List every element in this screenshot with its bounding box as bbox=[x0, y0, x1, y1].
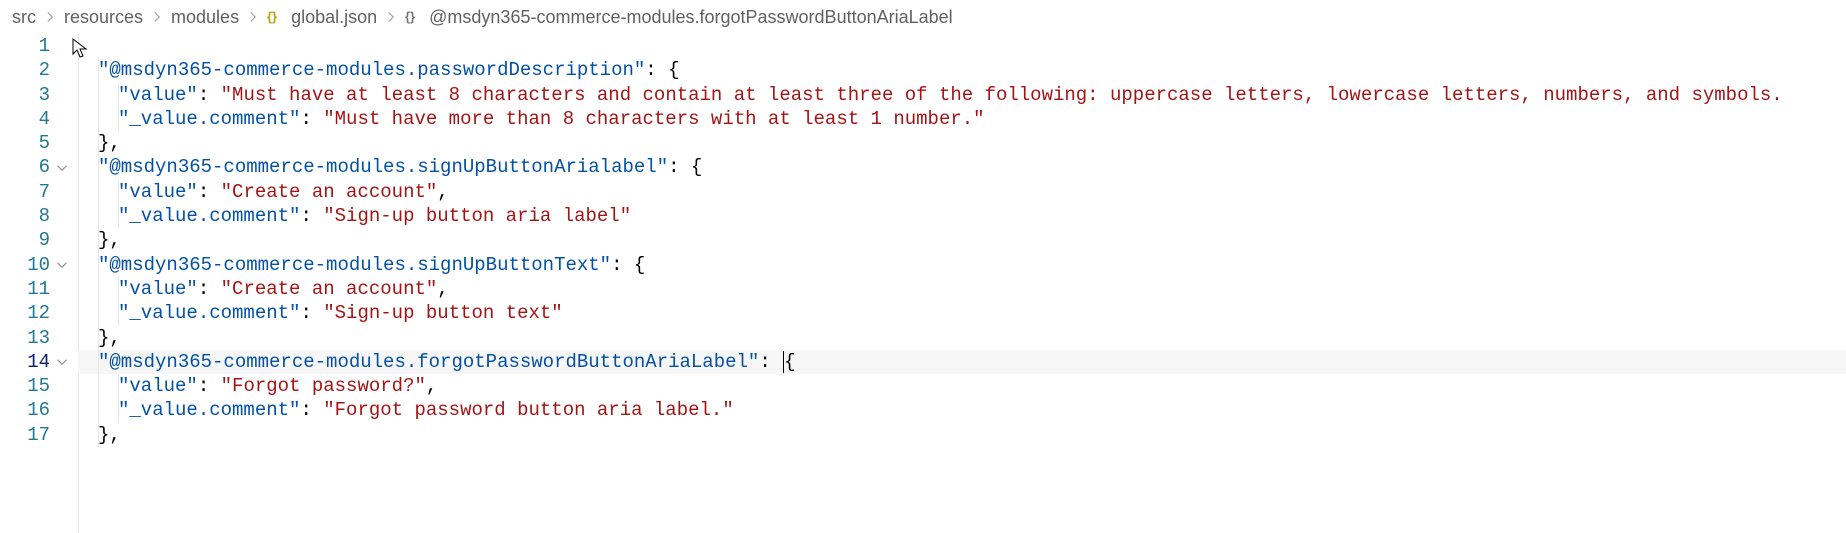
line-number: 1 bbox=[0, 34, 50, 58]
line-number: 13 bbox=[0, 326, 50, 350]
line-number: 17 bbox=[0, 423, 50, 447]
chevron-down-icon[interactable] bbox=[54, 155, 70, 179]
code-line[interactable]: "_value.comment": "Forgot password butto… bbox=[78, 398, 1846, 422]
code-line[interactable]: "value": "Create an account", bbox=[78, 180, 1846, 204]
code-line[interactable]: }, bbox=[78, 228, 1846, 252]
code-line[interactable]: "@msdyn365-commerce-modules.forgotPasswo… bbox=[78, 350, 1846, 374]
line-number-gutter: 1234567891011121314151617 bbox=[0, 34, 78, 533]
svg-text:{}: {} bbox=[405, 9, 415, 24]
line-number: 9 bbox=[0, 228, 50, 252]
line-number: 7 bbox=[0, 180, 50, 204]
breadcrumb-item[interactable]: resources bbox=[64, 7, 143, 28]
chevron-right-icon bbox=[44, 11, 56, 23]
line-number: 11 bbox=[0, 277, 50, 301]
code-content[interactable]: "@msdyn365-commerce-modules.passwordDesc… bbox=[78, 34, 1846, 533]
json-file-icon: {} bbox=[267, 9, 283, 25]
code-line[interactable]: }, bbox=[78, 326, 1846, 350]
breadcrumb-item[interactable]: src bbox=[12, 7, 36, 28]
chevron-down-icon[interactable] bbox=[54, 350, 70, 374]
breadcrumb-item[interactable]: @msdyn365-commerce-modules.forgotPasswor… bbox=[429, 7, 953, 28]
line-number: 12 bbox=[0, 301, 50, 325]
code-editor[interactable]: 1234567891011121314151617 "@msdyn365-com… bbox=[0, 34, 1846, 533]
code-line[interactable]: }, bbox=[78, 131, 1846, 155]
chevron-right-icon bbox=[385, 11, 397, 23]
line-number: 5 bbox=[0, 131, 50, 155]
line-number: 16 bbox=[0, 398, 50, 422]
chevron-right-icon bbox=[247, 11, 259, 23]
line-number: 8 bbox=[0, 204, 50, 228]
breadcrumb-item[interactable]: modules bbox=[171, 7, 239, 28]
code-line[interactable]: "_value.comment": "Sign-up button text" bbox=[78, 301, 1846, 325]
code-line[interactable]: "value": "Forgot password?", bbox=[78, 374, 1846, 398]
code-line[interactable]: "value": "Must have at least 8 character… bbox=[78, 83, 1846, 107]
json-object-icon: {} bbox=[405, 9, 421, 25]
line-number: 2 bbox=[0, 58, 50, 82]
svg-text:{}: {} bbox=[267, 9, 277, 24]
code-line[interactable]: "@msdyn365-commerce-modules.passwordDesc… bbox=[78, 58, 1846, 82]
chevron-down-icon[interactable] bbox=[54, 253, 70, 277]
code-line[interactable]: "@msdyn365-commerce-modules.signUpButton… bbox=[78, 253, 1846, 277]
line-number: 14 bbox=[0, 350, 50, 374]
breadcrumb-item[interactable]: global.json bbox=[291, 7, 377, 28]
line-number: 15 bbox=[0, 374, 50, 398]
code-line[interactable]: "value": "Create an account", bbox=[78, 277, 1846, 301]
code-line[interactable]: "_value.comment": "Sign-up button aria l… bbox=[78, 204, 1846, 228]
line-number: 6 bbox=[0, 155, 50, 179]
code-line[interactable] bbox=[78, 34, 1846, 58]
breadcrumb: src resources modules {} global.json {} … bbox=[0, 0, 1846, 34]
code-line[interactable]: }, bbox=[78, 423, 1846, 447]
code-line[interactable]: "_value.comment": "Must have more than 8… bbox=[78, 107, 1846, 131]
line-number: 4 bbox=[0, 107, 50, 131]
chevron-right-icon bbox=[151, 11, 163, 23]
line-number: 10 bbox=[0, 253, 50, 277]
code-line[interactable]: "@msdyn365-commerce-modules.signUpButton… bbox=[78, 155, 1846, 179]
line-number: 3 bbox=[0, 83, 50, 107]
